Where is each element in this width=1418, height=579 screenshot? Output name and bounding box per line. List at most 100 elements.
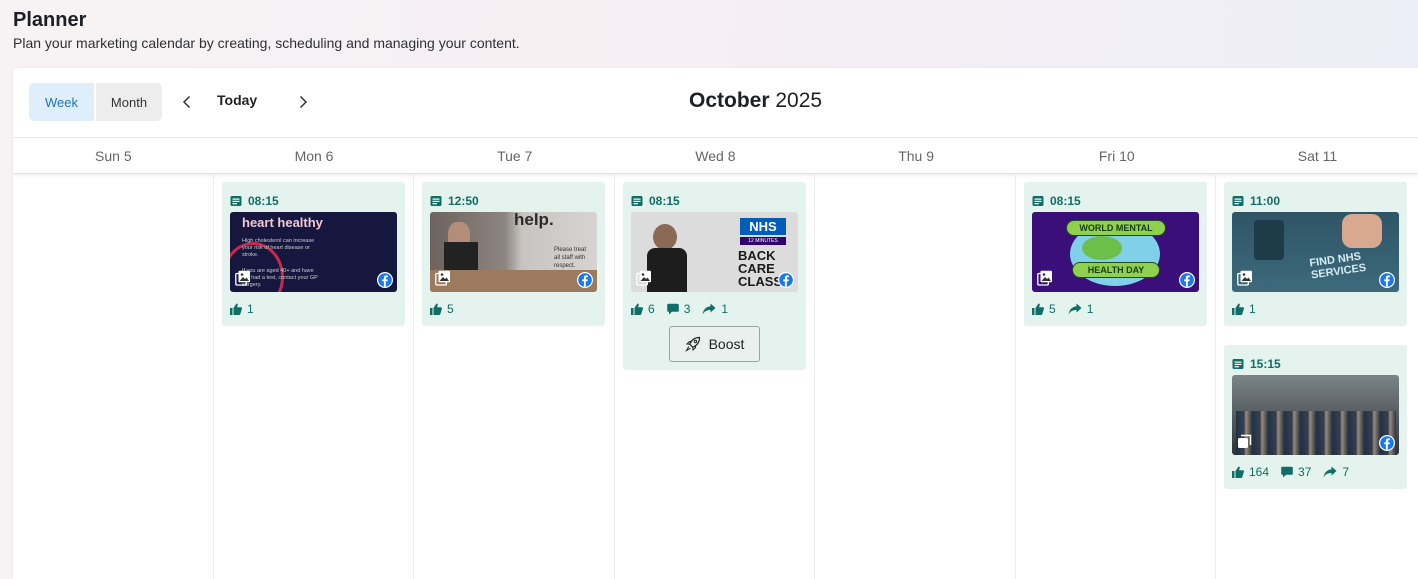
week-grid: 08:15 heart healthy High cholesterol can… [13, 174, 1418, 579]
nhs-logo: NHS [740, 218, 786, 235]
comment-icon [1281, 466, 1293, 478]
post-card[interactable]: 08:15 NHS 12 MINUTES BACK CARE CLASS 6 3 [623, 182, 806, 370]
post-stats: 164 37 7 [1232, 465, 1399, 479]
thumbnail-text: 12 MINUTES [740, 237, 786, 245]
post-thumbnail[interactable] [1232, 375, 1399, 455]
year: 2025 [775, 89, 823, 112]
today-button[interactable]: Today [217, 92, 257, 108]
post-time: 15:15 [1232, 357, 1399, 371]
month-view-button[interactable]: Month [96, 83, 162, 121]
post-thumbnail[interactable]: help. Please treat all staff with respec… [430, 212, 597, 292]
desk-illustration [430, 270, 597, 292]
comments-count: 37 [1298, 465, 1312, 479]
likes-stat: 1 [1232, 302, 1256, 316]
column-divider [1015, 174, 1016, 579]
shares-count: 7 [1342, 465, 1350, 479]
post-card[interactable]: 08:15 heart healthy High cholesterol can… [222, 182, 405, 326]
likes-count: 1 [1249, 302, 1256, 316]
boost-button[interactable]: Boost [669, 326, 760, 362]
post-thumbnail[interactable]: WORLD MENTAL HEALTH DAY [1032, 212, 1199, 292]
day-header-row: Sun 5 Mon 6 Tue 7 Wed 8 Thu 9 Fri 10 Sat… [13, 137, 1418, 174]
column-divider [814, 174, 815, 579]
next-week-button[interactable] [291, 90, 315, 114]
previous-week-button[interactable] [175, 90, 199, 114]
hand-illustration [1342, 214, 1382, 248]
column-divider [213, 174, 214, 579]
thumbs-up-icon [1232, 303, 1244, 315]
page-subtitle: Plan your marketing calendar by creating… [13, 35, 520, 51]
day-header: Tue 7 [497, 148, 533, 164]
thumbs-up-icon [1032, 303, 1044, 315]
post-time: 11:00 [1232, 194, 1399, 208]
day-header: Thu 9 [898, 148, 934, 164]
group-photo-illustration [1236, 411, 1396, 455]
post-time: 08:15 [230, 194, 397, 208]
post-time-label: 08:15 [248, 194, 279, 208]
page-header: Planner Plan your marketing calendar by … [13, 8, 520, 51]
likes-stat: 5 [430, 302, 454, 316]
facebook-icon [577, 272, 593, 288]
comments-stat: 37 [1281, 465, 1311, 479]
likes-count: 1 [247, 302, 254, 316]
week-view-button[interactable]: Week [29, 83, 94, 121]
image-media-icon [636, 270, 652, 286]
day-header: Fri 10 [1098, 148, 1135, 164]
likes-count: 5 [1049, 302, 1056, 316]
rocket-icon [684, 336, 700, 352]
post-time-label: 11:00 [1250, 194, 1281, 208]
thumbnail-headline: heart healthy [242, 215, 323, 230]
thumbnail-headline: help. [514, 212, 554, 229]
person-body [647, 248, 687, 292]
chevron-right-icon [299, 95, 308, 109]
post-type-icon [430, 195, 442, 207]
post-thumbnail[interactable]: FIND NHS SERVICES [1232, 212, 1399, 292]
post-stats: 5 [430, 302, 597, 316]
post-thumbnail[interactable]: NHS 12 MINUTES BACK CARE CLASS [631, 212, 798, 292]
day-header: Sat 11 [1297, 148, 1338, 164]
facebook-icon [1179, 272, 1195, 288]
likes-count: 5 [447, 302, 454, 316]
post-stats: 1 [230, 302, 397, 316]
phone-illustration [1254, 220, 1284, 260]
post-time: 08:15 [1032, 194, 1199, 208]
facebook-icon [1379, 272, 1395, 288]
likes-stat: 5 [1032, 302, 1056, 316]
comments-count: 3 [683, 302, 691, 316]
shares-count: 1 [721, 302, 729, 316]
image-media-icon [435, 270, 451, 286]
image-media-icon [1037, 270, 1053, 286]
post-type-icon [631, 195, 643, 207]
thumbnail-text: High cholesterol can increase your risk … [242, 238, 315, 258]
post-thumbnail[interactable]: heart healthy High cholesterol can incre… [230, 212, 397, 292]
month-name: October [689, 89, 770, 112]
page-title: Planner [13, 9, 87, 31]
post-type-icon [1232, 358, 1244, 370]
post-stats: 1 [1232, 302, 1399, 316]
continent-illustration [1082, 236, 1122, 260]
boost-label: Boost [708, 336, 745, 352]
comment-icon [667, 303, 679, 315]
share-icon [1323, 466, 1337, 478]
shares-stat: 1 [702, 302, 728, 316]
post-card[interactable]: 15:15 164 37 7 [1224, 345, 1407, 489]
thumbs-up-icon [631, 303, 643, 315]
post-stats: 6 3 1 [631, 302, 798, 316]
day-header: Wed 8 [695, 148, 736, 164]
month-year-title: October 2025 [689, 89, 822, 113]
thumbs-up-icon [430, 303, 442, 315]
shares-count: 1 [1086, 302, 1094, 316]
shares-stat: 1 [1068, 302, 1094, 316]
post-stats: 5 1 [1032, 302, 1199, 316]
facebook-icon [778, 272, 794, 288]
column-divider [614, 174, 615, 579]
likes-stat: 6 [631, 302, 655, 316]
thumbnail-text: HEALTH DAY [1072, 262, 1160, 278]
likes-stat: 164 [1232, 465, 1269, 479]
post-card[interactable]: 11:00 FIND NHS SERVICES 1 [1224, 182, 1407, 326]
image-media-icon [235, 270, 251, 286]
view-toggle: Week Month [29, 83, 162, 121]
post-card[interactable]: 12:50 help. Please treat all staff with … [422, 182, 605, 326]
post-card[interactable]: 08:15 WORLD MENTAL HEALTH DAY 5 1 [1024, 182, 1207, 326]
shares-stat: 7 [1323, 465, 1349, 479]
day-header: Mon 6 [294, 148, 334, 164]
